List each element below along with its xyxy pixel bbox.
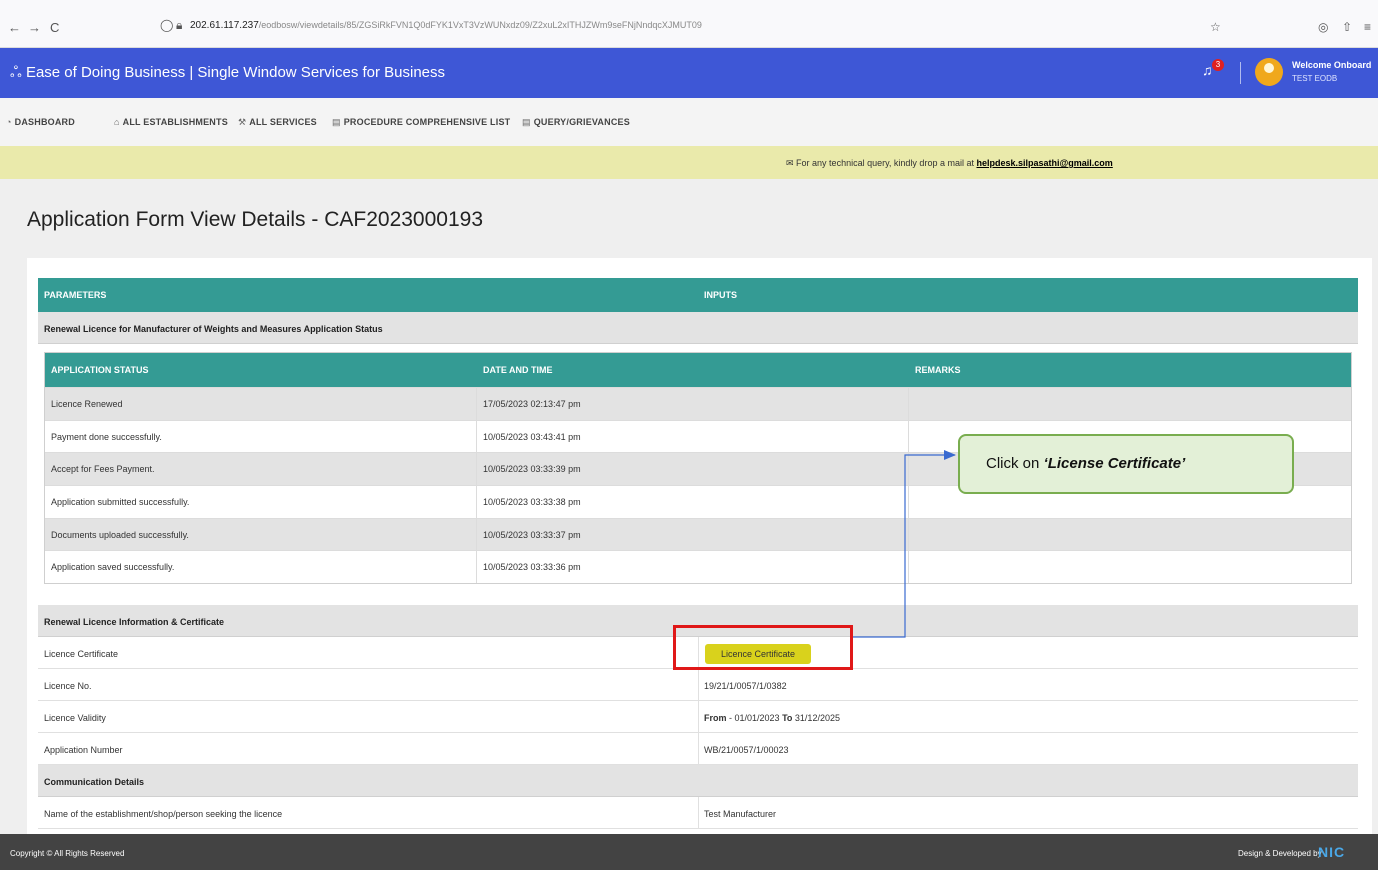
building-icon: ⌂ — [114, 117, 120, 127]
table-row: Application saved successfully. 10/05/20… — [45, 550, 1351, 584]
user-name: TEST EODB — [1292, 74, 1338, 83]
main-nav: ◔ DASHBOARD ⌂ ALL ESTABLISHMENTS ⚒ ALL SERV… — [0, 98, 1378, 146]
app-title[interactable]: ஃ Ease of Doing Business | Single Window… — [10, 64, 445, 83]
welcome-text: Welcome Onboard — [1292, 60, 1372, 70]
menu-icon[interactable]: ≡ — [1364, 20, 1371, 34]
shield-icon: ◯ — [160, 18, 174, 32]
extensions-icon[interactable]: ⇧ — [1342, 20, 1352, 34]
url-host: 202.61.117.237 — [190, 20, 259, 31]
notice-bar: ✉ For any technical query, kindly drop a… — [0, 146, 1378, 179]
lock-icon: 🔒︎ — [176, 18, 183, 32]
header-divider — [1240, 62, 1241, 84]
bookmark-star-icon[interactable]: ☆ — [1210, 20, 1221, 34]
copyright: Copyright © All Rights Reserved — [10, 849, 125, 858]
logo-icon: ஃ — [10, 64, 26, 81]
establishment-row: Name of the establishment/shop/person se… — [38, 797, 1358, 829]
app-header: ஃ Ease of Doing Business | Single Window… — [0, 48, 1378, 98]
address-bar[interactable]: 202.61.117.237/eodbosw/viewdetails/85/ZG… — [190, 20, 702, 31]
url-path: /eodbosw/viewdetails/85/ZGSiRkFVN1Q0dFYK… — [258, 20, 702, 30]
application-number-row: Application Number WB/21/0057/1/00023 — [38, 733, 1358, 765]
notice-text: ✉ For any technical query, kindly drop a… — [786, 158, 1113, 168]
nav-all-establishments[interactable]: ⌂ ALL ESTABLISHMENTS — [114, 117, 228, 127]
nav-query-grievances[interactable]: ▤ QUERY/GRIEVANCES — [522, 117, 630, 128]
forward-icon[interactable]: → — [28, 20, 41, 35]
page-title: Application Form View Details - CAF20230… — [27, 208, 484, 231]
browser-toolbar: ← → C ◯ 🔒︎ 202.61.117.237/eodbosw/viewde… — [0, 0, 1378, 48]
licence-validity-row: Licence Validity From - 01/01/2023 To 31… — [38, 701, 1358, 733]
table-row: Documents uploaded successfully. 10/05/2… — [45, 517, 1351, 551]
bell-icon[interactable]: ♫ — [1202, 62, 1213, 78]
pocket-icon[interactable]: ◎ — [1318, 20, 1328, 34]
communication-section-header: Communication Details — [38, 765, 1358, 797]
nic-logo: NIC — [1318, 844, 1346, 860]
col-parameters: PARAMETERS — [44, 290, 107, 300]
avatar[interactable] — [1255, 58, 1283, 86]
back-icon[interactable]: ← — [8, 20, 21, 35]
status-section-header: Renewal Licence for Manufacturer of Weig… — [38, 312, 1358, 344]
licence-no-row: Licence No. 19/21/1/0057/1/0382 — [38, 669, 1358, 701]
dashboard-icon: ◔ — [6, 117, 12, 127]
highlight-box — [673, 625, 853, 670]
nav-dashboard[interactable]: ◔ DASHBOARD — [6, 117, 75, 127]
wrench-icon: ⚒ — [238, 117, 247, 127]
chat-icon: ▤ — [522, 117, 531, 127]
notification-badge: 3 — [1212, 59, 1224, 71]
nav-all-services[interactable]: ⚒ ALL SERVICES — [238, 117, 317, 128]
status-table-header: APPLICATION STATUS DATE AND TIME REMARKS — [45, 353, 1351, 387]
mail-icon: ✉ — [786, 158, 797, 168]
table-header: PARAMETERS INPUTS — [38, 278, 1358, 312]
developed-by: Design & Developed by — [1238, 849, 1322, 858]
footer: Copyright © All Rights Reserved Design &… — [0, 834, 1378, 870]
col-inputs: INPUTS — [704, 290, 738, 300]
nav-procedure-list[interactable]: ▤ PROCEDURE COMPREHENSIVE LIST — [332, 117, 510, 128]
helpdesk-email-link[interactable]: helpdesk.silpasathi@gmail.com — [976, 158, 1112, 168]
instruction-callout: Click on ‘License Certificate’ — [958, 434, 1294, 494]
reload-icon[interactable]: C — [50, 20, 59, 35]
table-row: Licence Renewed 17/05/2023 02:13:47 pm — [45, 387, 1351, 420]
list-icon: ▤ — [332, 117, 341, 127]
